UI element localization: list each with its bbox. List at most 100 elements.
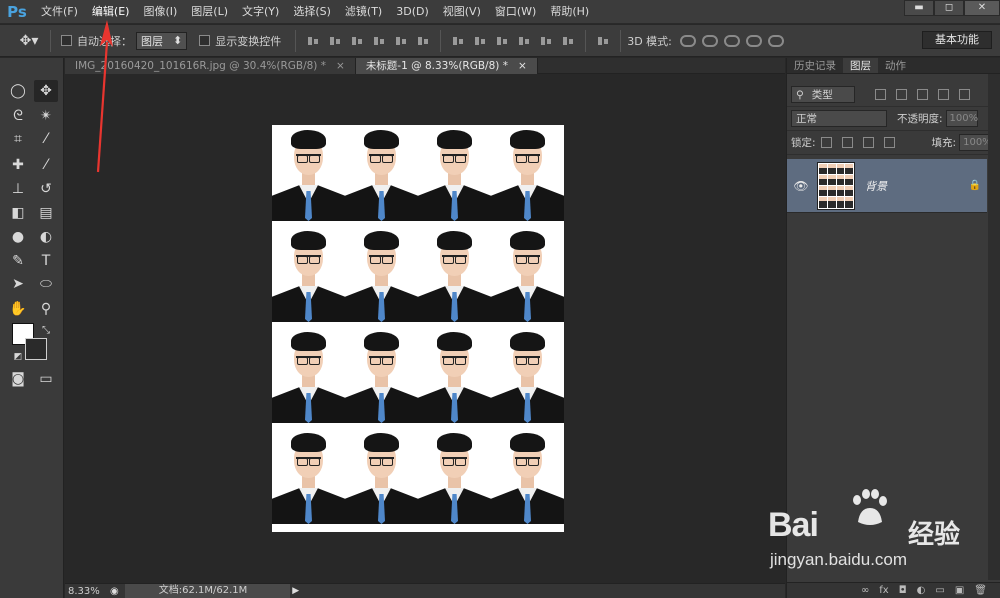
layer-name[interactable]: 背景 xyxy=(865,178,887,194)
distribute-vcenter-icon[interactable] xyxy=(474,35,486,47)
swap-colors-icon[interactable]: ⤡ xyxy=(34,320,58,342)
fx-icon[interactable]: fx xyxy=(879,585,888,596)
align-left-icon[interactable] xyxy=(373,35,385,47)
tab-layers[interactable]: 图层 xyxy=(843,58,878,73)
thumbnail-cell xyxy=(845,186,853,197)
opacity-input[interactable]: 100% xyxy=(945,110,978,127)
tab-untitled-1[interactable]: 未标题-1 @ 8.33%(RGB/8) * × xyxy=(355,58,538,74)
align-bottom-icon[interactable] xyxy=(351,35,363,47)
show-transform-checkbox[interactable] xyxy=(199,35,211,46)
id-photo-portrait xyxy=(272,428,345,524)
layer-filter-kind-select[interactable]: ⚲ 类型 xyxy=(791,86,855,103)
lock-position-icon[interactable] xyxy=(862,137,874,148)
gradient-tool-icon[interactable]: ▤ xyxy=(34,202,58,224)
3d-roll-icon[interactable] xyxy=(701,34,718,47)
default-colors-icon[interactable]: ◩ xyxy=(6,346,30,368)
tab-close-icon[interactable]: × xyxy=(518,58,527,74)
filter-shape-icon[interactable] xyxy=(938,89,949,100)
minimize-button[interactable]: ▬ xyxy=(904,0,934,16)
layer-row-background[interactable]: 👁 背景 🔒 xyxy=(787,159,987,213)
workspace-button[interactable]: 基本功能 xyxy=(922,31,992,49)
history-brush-tool-icon[interactable]: ↺ xyxy=(34,178,58,200)
auto-align-icon[interactable] xyxy=(597,35,609,47)
blur-tool-icon[interactable]: ● xyxy=(6,226,30,248)
eye-icon[interactable]: 👁 xyxy=(787,179,815,193)
marquee-tool-icon[interactable]: ◯ xyxy=(6,80,30,102)
menu-view[interactable]: 视图(V) xyxy=(436,0,488,24)
menu-image[interactable]: 图像(I) xyxy=(136,0,184,24)
align-top-icon[interactable] xyxy=(307,35,319,47)
crop-tool-icon[interactable]: ⌗ xyxy=(6,128,30,150)
healing-brush-tool-icon[interactable]: ✚ xyxy=(6,154,30,176)
filter-adjustment-icon[interactable] xyxy=(896,89,907,100)
id-photo-sheet[interactable] xyxy=(272,125,564,532)
filter-type-icon[interactable] xyxy=(917,89,928,100)
layer-thumbnail xyxy=(817,161,855,210)
filter-smart-object-icon[interactable] xyxy=(959,89,970,100)
3d-rotate-icon[interactable] xyxy=(679,34,696,47)
status-menu-arrow-icon[interactable]: ▶ xyxy=(290,584,302,598)
distribute-top-icon[interactable] xyxy=(452,35,464,47)
menu-help[interactable]: 帮助(H) xyxy=(543,0,596,24)
filter-pixel-icon[interactable] xyxy=(875,89,886,100)
distribute-bottom-icon[interactable] xyxy=(496,35,508,47)
adjustment-icon[interactable]: ◐ xyxy=(917,585,926,596)
menu-3d[interactable]: 3D(D) xyxy=(389,0,436,24)
3d-drag-icon[interactable] xyxy=(723,34,740,47)
hand-tool-icon[interactable]: ✋ xyxy=(6,298,30,320)
maximize-button[interactable]: ◻ xyxy=(934,0,964,16)
3d-slide-icon[interactable] xyxy=(745,34,762,47)
type-tool-icon[interactable]: T xyxy=(34,250,58,272)
distribute-right-icon[interactable] xyxy=(562,35,574,47)
folder-icon[interactable]: ▭ xyxy=(935,585,944,596)
align-right-icon[interactable] xyxy=(417,35,429,47)
path-selection-tool-icon[interactable]: ➤ xyxy=(6,273,30,295)
distribute-hcenter-icon[interactable] xyxy=(540,35,552,47)
magic-wand-tool-icon[interactable]: ✴ xyxy=(34,105,58,127)
align-hcenter-icon[interactable] xyxy=(395,35,407,47)
clone-stamp-tool-icon[interactable]: ⊥ xyxy=(6,178,30,200)
ellipse-tool-icon[interactable]: ⬭ xyxy=(34,273,58,295)
new-layer-icon[interactable]: ▣ xyxy=(955,585,964,596)
lock-pixels-icon[interactable] xyxy=(841,137,853,148)
menu-layer[interactable]: 图层(L) xyxy=(184,0,235,24)
blend-mode-value: 正常 xyxy=(796,113,817,125)
eraser-tool-icon[interactable]: ◧ xyxy=(6,202,30,224)
tab-close-icon[interactable]: × xyxy=(336,58,345,74)
move-tool-icon[interactable]: ✥ xyxy=(34,80,58,102)
brush-tool-icon[interactable]: ⁄ xyxy=(34,154,58,176)
filter-kind-value: 类型 xyxy=(811,89,833,101)
eyedropper-tool-icon[interactable]: ⁄ xyxy=(34,128,58,150)
blend-mode-select[interactable]: 正常 xyxy=(791,110,887,127)
move-tool-preset-icon[interactable]: ✥▾ xyxy=(14,30,44,52)
quick-mask-icon[interactable]: ◙ xyxy=(6,368,30,390)
dodge-tool-icon[interactable]: ◐ xyxy=(34,226,58,248)
status-info-icon[interactable]: ◉ xyxy=(110,586,119,597)
screen-mode-icon[interactable]: ▭ xyxy=(34,368,58,390)
zoom-tool-icon[interactable]: ⚲ xyxy=(34,298,58,320)
auto-select-checkbox[interactable] xyxy=(61,35,72,46)
menu-window[interactable]: 窗口(W) xyxy=(488,0,543,24)
menu-file[interactable]: 文件(F) xyxy=(34,0,85,24)
link-icon[interactable]: ∞ xyxy=(861,585,869,596)
canvas-area[interactable] xyxy=(65,75,785,583)
menu-type[interactable]: 文字(Y) xyxy=(235,0,286,24)
zoom-level-field[interactable]: 8.33% xyxy=(65,586,110,597)
lasso-tool-icon[interactable]: ᘓ xyxy=(6,105,30,127)
menu-select[interactable]: 选择(S) xyxy=(286,0,338,24)
distribute-left-icon[interactable] xyxy=(518,35,530,47)
auto-select-dropdown[interactable]: 图层 ⬍ xyxy=(136,31,188,50)
tab-actions[interactable]: 动作 xyxy=(878,58,913,73)
lock-transparent-icon[interactable] xyxy=(820,137,832,148)
lock-all-icon[interactable] xyxy=(883,137,895,148)
close-button[interactable]: ✕ xyxy=(964,0,1000,16)
lock-icon[interactable]: 🔒 xyxy=(969,180,981,191)
tab-history[interactable]: 历史记录 xyxy=(787,58,843,73)
3d-scale-icon[interactable] xyxy=(767,34,784,47)
mask-icon[interactable]: ◘ xyxy=(899,585,907,596)
trash-icon[interactable]: 🗑 xyxy=(974,585,987,596)
align-vcenter-icon[interactable] xyxy=(329,35,341,47)
menu-filter[interactable]: 滤镜(T) xyxy=(338,0,389,24)
pen-tool-icon[interactable]: ✎ xyxy=(6,250,30,272)
fill-input[interactable]: 100% xyxy=(959,134,992,151)
